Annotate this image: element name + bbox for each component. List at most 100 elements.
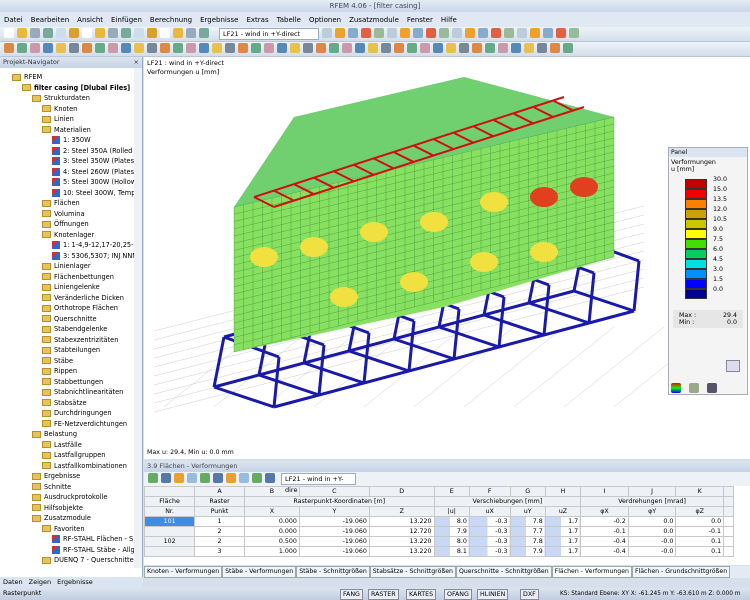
toolbar-icon[interactable] <box>95 43 105 53</box>
toolbar-icon[interactable] <box>121 28 131 38</box>
table-cell[interactable]: 2 <box>194 536 245 547</box>
toolbar-icon[interactable] <box>69 43 79 53</box>
tree-item[interactable]: Veränderliche Dicken <box>42 293 124 304</box>
toolbar-icon[interactable] <box>569 28 579 38</box>
toolbar-icon[interactable] <box>491 28 501 38</box>
toolbar-icon[interactable] <box>186 28 196 38</box>
tree-item[interactable]: 1: 350W <box>52 135 91 146</box>
toolbar-icon[interactable] <box>56 28 66 38</box>
toolbar-icon[interactable] <box>407 43 417 53</box>
toolbar-icon[interactable] <box>30 28 40 38</box>
table-cell[interactable]: 13.220 <box>368 516 435 527</box>
tree-item[interactable]: Knotenlager <box>42 230 94 241</box>
tree-item[interactable]: Liniengelenke <box>42 282 100 293</box>
tree-item[interactable]: filter casing [Dlubal Files] <box>22 83 130 94</box>
tree-item[interactable]: Lastfälle <box>42 440 82 451</box>
tree-item[interactable]: Linien <box>42 114 74 125</box>
toolbar-icon[interactable] <box>43 28 53 38</box>
table-cell[interactable] <box>143 526 196 537</box>
tree-item[interactable]: Linienlager <box>42 261 91 272</box>
toolbar-icon[interactable] <box>134 43 144 53</box>
table-cell[interactable]: 1 <box>194 516 245 527</box>
table-row[interactable]: 3 1.000 -19.060 13.220 8.1 -0.3 7.9 1.7 -0.4 -0.0… <box>143 546 734 557</box>
tree-item[interactable]: 4: Steel 260W (Plates, S <box>52 167 142 178</box>
table-cell[interactable]: 7.7 <box>509 526 546 537</box>
toolbar-icon[interactable] <box>322 28 332 38</box>
toolbar-icon[interactable] <box>563 43 573 53</box>
table-cell[interactable]: 2 <box>194 526 245 537</box>
table-cell[interactable]: -0.4 <box>580 546 629 557</box>
toolbar-icon[interactable] <box>374 28 384 38</box>
table-row[interactable]: 101 1 0.000 -19.060 13.220 8.0 -0.3 7.8 1.7 -0.2 0… <box>143 516 734 527</box>
tree-item[interactable]: Stabsätze <box>42 398 87 409</box>
table-cell[interactable]: 7.8 <box>509 536 546 547</box>
table-cell[interactable]: -0.3 <box>468 536 511 547</box>
table-cell[interactable]: -0.0 <box>627 536 677 547</box>
toolbar-icon[interactable] <box>277 43 287 53</box>
tree-item[interactable]: Stabendgelenke <box>42 324 107 335</box>
tree-item[interactable]: FE-Netzverdichtungen <box>42 419 127 430</box>
table-cell[interactable]: 1.7 <box>544 526 582 537</box>
table-cell[interactable]: 0.0 <box>627 526 677 537</box>
toolbar-icon[interactable] <box>17 43 27 53</box>
toolbar-icon[interactable] <box>95 28 105 38</box>
result-tab[interactable]: Stabsätze - Schnittgrößen <box>369 566 456 578</box>
toolbar-icon[interactable] <box>530 28 540 38</box>
table-cell[interactable]: 102 <box>143 536 196 547</box>
toolbar-icon[interactable] <box>187 473 197 483</box>
toggle-kartes[interactable]: KARTES <box>406 589 437 600</box>
toolbar-icon[interactable] <box>504 28 514 38</box>
tree-item[interactable]: 1: 1-4,9-12,17-20,25-28 <box>52 240 142 251</box>
table-cell[interactable]: 0.0 <box>675 516 725 527</box>
tree-item[interactable]: Durchdringungen <box>42 408 112 419</box>
table-cell[interactable]: 7.9 <box>433 526 470 537</box>
toolbar-icon[interactable] <box>472 43 482 53</box>
toolbar-icon[interactable] <box>17 28 27 38</box>
zoom-legend-button[interactable] <box>726 360 740 372</box>
toolbar-icon[interactable] <box>147 28 157 38</box>
tree-item[interactable]: Stabteilungen <box>42 345 100 356</box>
toolbar-icon[interactable] <box>387 28 397 38</box>
table-cell[interactable]: 0.0 <box>627 516 677 527</box>
toolbar-icon[interactable] <box>264 43 274 53</box>
toolbar-icon[interactable] <box>160 43 170 53</box>
tree-item[interactable]: Lastfallkombinationen <box>42 461 127 472</box>
menu-6[interactable]: Extras <box>246 16 268 24</box>
toolbar-icon[interactable] <box>199 43 209 53</box>
tree-item[interactable]: Flächenbettungen <box>42 272 114 283</box>
toggle-fang[interactable]: FANG <box>340 589 363 600</box>
toolbar-icon[interactable] <box>252 473 262 483</box>
tree-item[interactable]: 5: Steel 300W (Hollow <box>52 177 136 188</box>
toolbar-icon[interactable] <box>420 43 430 53</box>
toolbar-icon[interactable] <box>413 28 423 38</box>
tree-item[interactable]: Orthotrope Flächen <box>42 303 118 314</box>
tree-item[interactable]: Strukturdaten <box>32 93 90 104</box>
toggle-raster[interactable]: RASTER <box>368 589 399 600</box>
toolbar-icon[interactable] <box>400 28 410 38</box>
table-cell[interactable]: 101 <box>143 516 196 527</box>
toolbar-icon[interactable] <box>82 28 92 38</box>
colorscale-icon[interactable] <box>671 383 681 393</box>
toolbar-icon[interactable] <box>4 43 14 53</box>
tree-item[interactable]: Stäbe <box>42 356 73 367</box>
toolbar-icon[interactable] <box>303 43 313 53</box>
toolbar-icon[interactable] <box>342 43 352 53</box>
table-cell[interactable]: 0.000 <box>243 526 300 537</box>
result-tab[interactable]: Flächen - Verformungen <box>551 566 632 578</box>
menu-10[interactable]: Fenster <box>407 16 433 24</box>
menu-8[interactable]: Optionen <box>309 16 341 24</box>
tab-zeigen[interactable]: Zeigen <box>29 577 52 588</box>
table-cell[interactable]: -0.4 <box>580 536 629 547</box>
toolbar-icon[interactable] <box>459 43 469 53</box>
toolbar-icon[interactable] <box>226 473 236 483</box>
toolbar-icon[interactable] <box>265 473 275 483</box>
toolbar-icon[interactable] <box>446 43 456 53</box>
result-tab[interactable]: Querschnitte - Schnittgrößen <box>455 566 552 578</box>
table-cell[interactable]: 13.220 <box>368 546 435 557</box>
toolbar-icon[interactable] <box>225 43 235 53</box>
toolbar-icon[interactable] <box>550 43 560 53</box>
tree-item[interactable]: Materialien <box>42 125 91 136</box>
menu-5[interactable]: Ergebnisse <box>200 16 238 24</box>
menu-0[interactable]: Datei <box>4 16 23 24</box>
toolbar-icon[interactable] <box>316 43 326 53</box>
